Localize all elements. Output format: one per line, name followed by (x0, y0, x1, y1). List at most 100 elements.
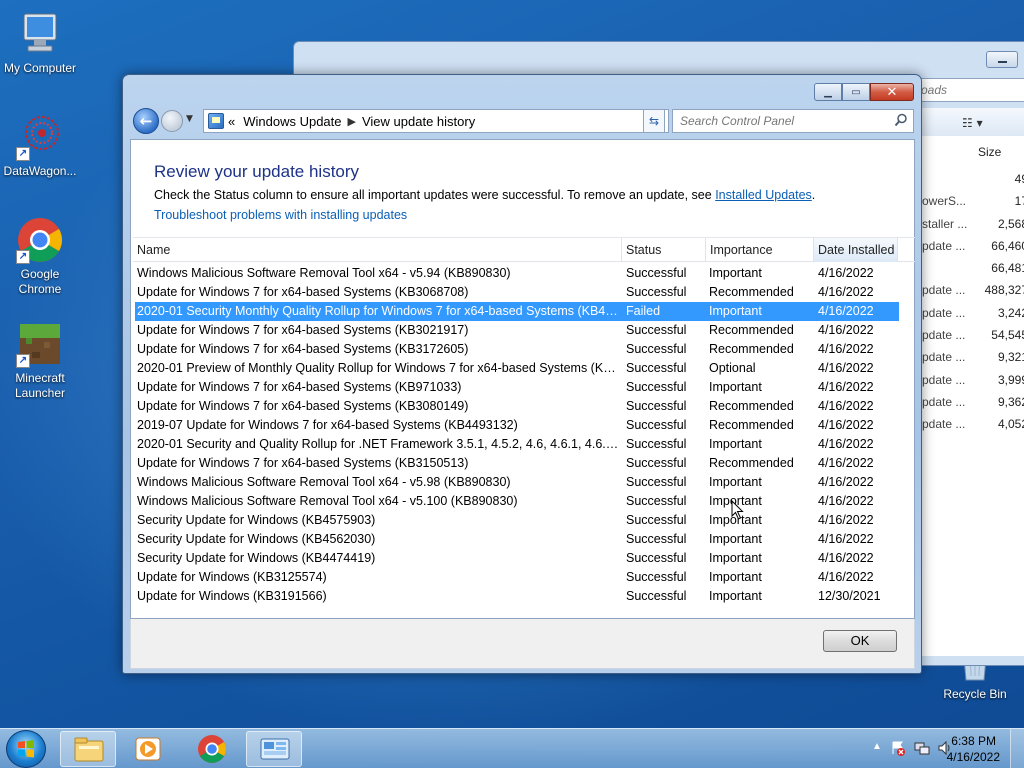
minimize-button[interactable]: ▁ (814, 83, 842, 101)
refresh-button[interactable]: ⇆ (643, 109, 665, 133)
cell-date: 4/16/2022 (818, 570, 874, 584)
taskbar-control-panel[interactable] (246, 731, 302, 767)
cell-name: 2020-01 Security Monthly Quality Rollup … (137, 304, 621, 318)
desktop-icon-my-computer[interactable]: My Computer (0, 10, 80, 76)
table-body: Windows Malicious Software Removal Tool … (133, 262, 915, 606)
cell-name: Update for Windows 7 for x64-based Syste… (137, 399, 469, 413)
start-button[interactable] (6, 730, 46, 768)
view-options-icon[interactable]: ☷ ▾ (962, 116, 983, 130)
shortcut-arrow-icon: ↗ (16, 147, 30, 161)
chrome-icon: ↗ (16, 216, 64, 264)
table-row[interactable]: 2020-01 Preview of Monthly Quality Rollu… (133, 359, 915, 378)
table-row[interactable]: Update for Windows 7 for x64-based Syste… (133, 378, 915, 397)
list-item[interactable]: pdate ...3,242 (922, 302, 1024, 324)
minimize-button[interactable] (986, 51, 1018, 68)
cell-name: Update for Windows 7 for x64-based Syste… (137, 342, 469, 356)
cell-importance: Important (709, 494, 762, 508)
network-icon[interactable] (914, 740, 930, 756)
cell-status: Successful (626, 551, 687, 565)
breadcrumb-overflow[interactable]: « (228, 114, 235, 129)
troubleshoot-link[interactable]: Troubleshoot problems with installing up… (154, 208, 407, 222)
cell-status: Successful (626, 418, 687, 432)
table-row[interactable]: Windows Malicious Software Removal Tool … (133, 264, 915, 283)
shortcut-arrow-icon: ↗ (16, 354, 30, 368)
list-item[interactable]: pdate ...54,545 (922, 324, 1024, 346)
desktop-icon-minecraft-launcher[interactable]: ↗ Minecraft Launcher (0, 320, 80, 401)
cell-date: 4/16/2022 (818, 551, 874, 565)
breadcrumb-separator[interactable]: ▶ (348, 115, 356, 128)
table-row[interactable]: Security Update for Windows (KB4575903) S… (133, 511, 915, 530)
chrome-icon (198, 735, 226, 763)
action-center-icon[interactable] (890, 740, 906, 756)
taskbar-media-player[interactable] (120, 731, 176, 767)
forward-button[interactable] (161, 110, 183, 132)
recent-pages-dropdown[interactable]: ▼ (186, 114, 193, 124)
ok-button[interactable]: OK (823, 630, 897, 652)
size-column-header[interactable]: Size (978, 136, 1001, 168)
clock-time[interactable]: 6:38 PM (951, 734, 996, 748)
minimize-icon: ▁ (824, 86, 832, 98)
cell-date: 4/16/2022 (818, 475, 874, 489)
maximize-button[interactable]: ▭ (842, 83, 870, 101)
column-header-date-installed[interactable]: Date Installed (814, 238, 898, 262)
close-button[interactable]: ✕ (870, 83, 914, 101)
cell-importance: Recommended (709, 342, 794, 356)
cell-importance: Important (709, 532, 762, 546)
column-header-name[interactable]: Name (133, 238, 622, 262)
column-header-importance[interactable]: Importance (706, 238, 814, 262)
cell-name: Security Update for Windows (KB4575903) (137, 513, 376, 527)
table-row[interactable]: Update for Windows 7 for x64-based Syste… (133, 397, 915, 416)
cell-importance: Important (709, 589, 762, 603)
breadcrumb-windows-update[interactable]: Windows Update (243, 114, 341, 129)
column-header-status[interactable]: Status (622, 238, 706, 262)
table-row[interactable]: Security Update for Windows (KB4474419) S… (133, 549, 915, 568)
installed-updates-link[interactable]: Installed Updates (715, 188, 812, 202)
back-button[interactable]: ← (133, 108, 159, 134)
table-row[interactable]: Update for Windows 7 for x64-based Syste… (133, 340, 915, 359)
list-item[interactable]: owerS...17 (922, 190, 1024, 212)
table-row[interactable]: Security Update for Windows (KB4562030) S… (133, 530, 915, 549)
list-item[interactable]: pdate ...66,460 (922, 235, 1024, 257)
clock-date[interactable]: 4/16/2022 (947, 750, 1000, 764)
desktop-icon-google-chrome[interactable]: ↗ Google Chrome (0, 216, 80, 297)
cell-name: Update for Windows (KB3191566) (137, 589, 327, 603)
list-item[interactable]: 66,481 (922, 257, 1024, 279)
list-item[interactable]: pdate ...9,321 (922, 346, 1024, 368)
cell-importance: Important (709, 437, 762, 451)
list-item[interactable]: staller ...2,568 (922, 213, 1024, 235)
table-row[interactable]: 2020-01 Security and Quality Rollup for … (133, 435, 915, 454)
desktop-icon-datawagon[interactable]: ↗ DataWagon... (0, 113, 80, 179)
breadcrumb-view-update-history[interactable]: View update history (362, 114, 475, 129)
search-icon[interactable] (894, 113, 908, 127)
table-row[interactable]: Update for Windows (KB3125574) Successful… (133, 568, 915, 587)
list-item[interactable]: 49 (922, 168, 1024, 190)
address-bar[interactable]: « Windows Update ▶ View update history ▼ (203, 109, 669, 133)
list-item[interactable]: pdate ... 488,327 (922, 279, 1024, 301)
taskbar-explorer[interactable] (60, 731, 116, 767)
desktop-icon-label: My Computer (3, 61, 77, 75)
cell-status: Successful (626, 494, 687, 508)
table-row[interactable]: 2020-01 Security Monthly Quality Rollup … (135, 302, 899, 321)
view-update-history-window[interactable]: ▁ ▭ ✕ ← ▼ « Windows Update ▶ View update… (122, 74, 922, 674)
list-item[interactable]: pdate ...4,052 (922, 413, 1024, 435)
search-input[interactable]: Search Control Panel (672, 109, 914, 133)
table-row[interactable]: Update for Windows 7 for x64-based Syste… (133, 454, 915, 473)
list-item[interactable]: pdate ...9,362 (922, 391, 1024, 413)
table-row[interactable]: 2019-07 Update for Windows 7 for x64-bas… (133, 416, 915, 435)
cell-status: Successful (626, 380, 687, 394)
table-row[interactable]: Update for Windows (KB3191566) Successful… (133, 587, 915, 606)
cell-status: Successful (626, 342, 687, 356)
list-item[interactable]: pdate ...3,999 (922, 369, 1024, 391)
show-hidden-icons-button[interactable]: ▲ (872, 741, 882, 752)
cell-importance: Important (709, 475, 762, 489)
show-desktop-button[interactable] (1010, 729, 1024, 768)
table-row[interactable]: Update for Windows 7 for x64-based Syste… (133, 321, 915, 340)
table-row[interactable]: Windows Malicious Software Removal Tool … (133, 473, 915, 492)
taskbar-chrome[interactable] (184, 731, 240, 767)
table-row[interactable]: Update for Windows 7 for x64-based Syste… (133, 283, 915, 302)
taskbar: ▲ 6:38 PM 4/16/2022 (0, 728, 1024, 768)
bg-address-bar[interactable]: oads (914, 78, 1024, 102)
cell-date: 4/16/2022 (818, 342, 874, 356)
cell-importance: Important (709, 304, 762, 318)
table-row[interactable]: Windows Malicious Software Removal Tool … (133, 492, 915, 511)
